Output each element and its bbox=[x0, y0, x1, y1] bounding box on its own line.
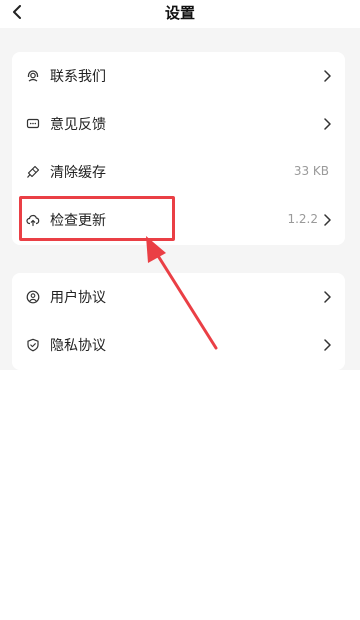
chevron-right-icon bbox=[324, 70, 331, 82]
cache-size-value: 33 KB bbox=[293, 164, 329, 178]
settings-item-check-update[interactable]: 检查更新 1.2.2 bbox=[12, 196, 345, 244]
settings-card-legal: 用户协议 隐私协议 bbox=[12, 273, 345, 370]
settings-item-clear-cache[interactable]: 清除缓存 33 KB bbox=[12, 148, 345, 196]
headset-icon bbox=[26, 69, 40, 83]
settings-item-label: 用户协议 bbox=[50, 290, 106, 306]
settings-item-label: 意见反馈 bbox=[50, 117, 106, 133]
clean-icon bbox=[26, 165, 40, 179]
page-title: 设置 bbox=[164, 4, 195, 22]
settings-item-feedback[interactable]: 意见反馈 bbox=[12, 100, 345, 148]
cloud-upload-icon bbox=[26, 213, 40, 227]
settings-item-label: 联系我们 bbox=[50, 69, 106, 85]
settings-item-label: 清除缓存 bbox=[50, 165, 106, 181]
user-icon bbox=[26, 290, 40, 304]
settings-item-privacy-policy[interactable]: 隐私协议 bbox=[12, 321, 345, 369]
chevron-right-icon bbox=[324, 118, 331, 130]
settings-item-label: 检查更新 bbox=[50, 213, 106, 229]
feedback-icon bbox=[26, 117, 40, 131]
chevron-right-icon bbox=[324, 291, 331, 303]
app-header: 设置 bbox=[0, 0, 360, 28]
version-value: 1.2.2 bbox=[287, 212, 318, 226]
settings-item-user-agreement[interactable]: 用户协议 bbox=[12, 273, 345, 321]
settings-item-label: 隐私协议 bbox=[50, 338, 106, 354]
chevron-right-icon bbox=[324, 339, 331, 351]
settings-card-general: 联系我们 意见反馈 清除缓存 33 KB 检查更新 1.2.2 bbox=[12, 52, 345, 245]
shield-icon bbox=[26, 338, 40, 352]
chevron-right-icon bbox=[324, 214, 331, 226]
settings-item-contact[interactable]: 联系我们 bbox=[12, 52, 345, 100]
